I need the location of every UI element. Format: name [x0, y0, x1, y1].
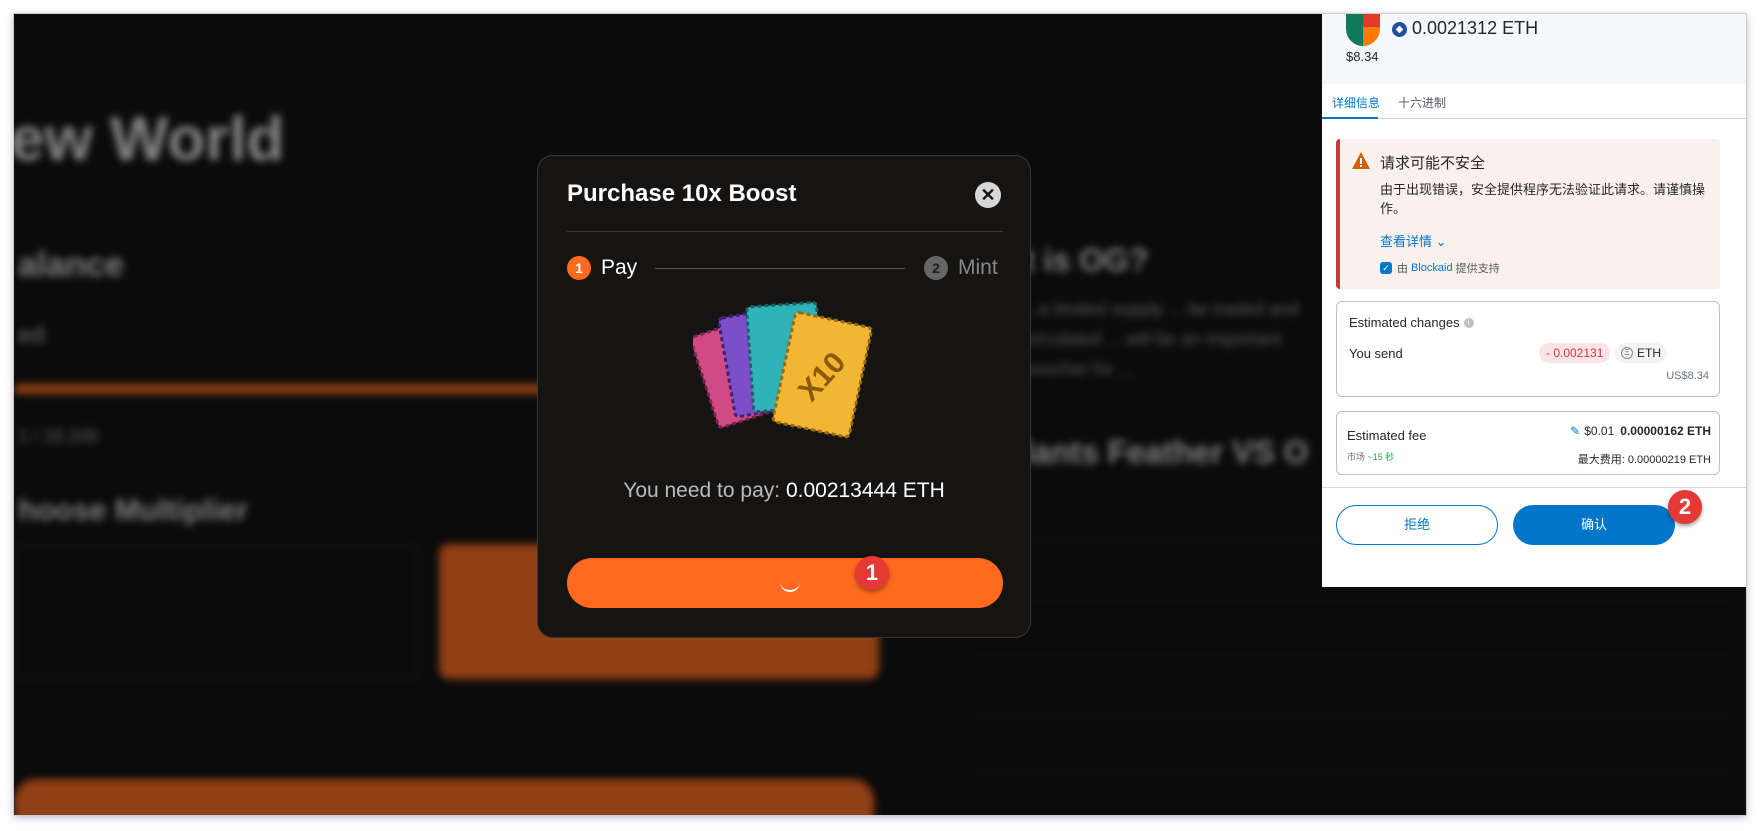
- bg-stat: 1 / 10,100: [18, 426, 99, 446]
- step-mint: 2 Mint: [924, 256, 998, 280]
- blockaid-link[interactable]: Blockaid: [1411, 262, 1453, 274]
- modal-title: Purchase 10x Boost: [567, 180, 797, 207]
- alert-title: 请求可能不安全: [1380, 155, 1486, 172]
- eth-icon: Ξ: [1621, 347, 1633, 359]
- bg-multiplier-card: [14, 544, 419, 679]
- estimated-fee-label: Estimated fee: [1347, 428, 1427, 443]
- token-symbol: ETH: [1637, 346, 1661, 360]
- security-alert: 请求可能不安全 由于出现错误，安全提供程序无法验证此请求。请谨慎操作。 查看详情…: [1336, 139, 1720, 289]
- step-pay-number: 1: [567, 256, 591, 280]
- token-pill: Ξ ETH: [1615, 343, 1667, 363]
- bg-right-text: ...a limited supply ... be traded and ci…: [1024, 299, 1300, 379]
- transaction-amount: 0.0021312 ETH: [1412, 18, 1539, 38]
- view-details-link[interactable]: 查看详情 ⌄: [1380, 231, 1447, 250]
- bg-sub: ed: [18, 322, 45, 349]
- estimated-fee-box: Estimated fee 市场 ~15 秒 ✎ $0.01 0.0000016…: [1336, 411, 1720, 475]
- bg-title: ew World: [14, 105, 285, 174]
- chevron-down-icon: ⌄: [1435, 234, 1447, 249]
- tab-details[interactable]: 详细信息: [1332, 94, 1380, 111]
- bg-choose: hoose Multiplier: [18, 494, 249, 527]
- send-usd: US$8.34: [1666, 370, 1709, 382]
- send-value: - 0.002131: [1539, 343, 1611, 363]
- wallet-header: ◆ 0.0021312 ETH $8.34: [1322, 14, 1746, 84]
- bg-right-compare: lants Feather VS O: [1024, 434, 1309, 470]
- close-icon[interactable]: ✕: [975, 182, 1001, 208]
- step-pay: 1 Pay: [567, 256, 637, 280]
- info-icon[interactable]: i: [1463, 317, 1474, 328]
- estimated-changes-title: Estimated changes i: [1349, 315, 1474, 330]
- purchase-modal: Purchase 10x Boost ✕ 1 Pay 2 Mint X10 Yo…: [537, 155, 1031, 638]
- warning-icon: [1352, 152, 1370, 169]
- fee-time: ~15 秒: [1367, 452, 1395, 462]
- boost-tickets-image: X10: [693, 300, 873, 439]
- estimated-changes-label: Estimated changes: [1349, 315, 1460, 330]
- step-connector: [655, 268, 905, 269]
- loading-spinner-icon: [780, 572, 800, 592]
- view-details-label: 查看详情: [1380, 234, 1433, 249]
- pay-amount: 0.00213444 ETH: [785, 479, 945, 502]
- bg-right-title: t is OG?: [1024, 242, 1149, 278]
- max-fee-label: 最大费用:: [1577, 454, 1625, 466]
- fee-speed: 市场 ~15 秒: [1347, 450, 1394, 463]
- network-icon: ◆: [1392, 22, 1407, 37]
- transaction-usd: $8.34: [1346, 49, 1379, 64]
- alert-footer: ✓ 由 Blockaid 提供支持: [1380, 260, 1500, 276]
- step-pay-label: Pay: [601, 256, 638, 279]
- tab-active-indicator: [1322, 117, 1378, 119]
- fee-amount: ✎ $0.01 0.00000162 ETH: [1570, 424, 1711, 438]
- annotation-badge-1: 1: [855, 556, 889, 590]
- edit-fee-icon[interactable]: ✎: [1570, 424, 1580, 438]
- reject-button[interactable]: 拒绝: [1336, 505, 1498, 545]
- footer-pre: 由: [1397, 263, 1408, 275]
- bg-purchase-button: [14, 779, 874, 815]
- pay-button[interactable]: [567, 558, 1003, 608]
- dapp-logo-icon: [1346, 14, 1380, 46]
- modal-divider: [567, 231, 1003, 232]
- bg-balance: alance: [18, 246, 124, 284]
- tab-hex[interactable]: 十六进制: [1398, 94, 1446, 111]
- shield-icon: ✓: [1380, 262, 1392, 274]
- alert-body: 由于出现错误，安全提供程序无法验证此请求。请谨慎操作。: [1380, 182, 1706, 216]
- footer-post: 提供支持: [1455, 263, 1500, 275]
- max-fee-value: 0.00000219 ETH: [1627, 454, 1711, 466]
- step-mint-label: Mint: [958, 256, 998, 279]
- pay-amount-text: You need to pay: 0.00213444 ETH: [538, 479, 1030, 503]
- confirm-button[interactable]: 确认: [1513, 505, 1675, 545]
- estimated-changes-box: Estimated changes i You send - 0.002131 …: [1336, 301, 1720, 397]
- you-send-label: You send: [1349, 346, 1403, 361]
- pay-prefix: You need to pay:: [623, 479, 781, 502]
- fee-eth: 0.00000162 ETH: [1620, 424, 1711, 438]
- fee-fiat: $0.01: [1584, 424, 1615, 438]
- annotation-badge-2: 2: [1668, 490, 1702, 524]
- fee-market: 市场: [1347, 452, 1366, 462]
- max-fee: 最大费用: 0.00000219 ETH: [1578, 451, 1711, 467]
- step-mint-number: 2: [924, 256, 948, 280]
- wallet-tabs: 详细信息 十六进制: [1322, 84, 1746, 119]
